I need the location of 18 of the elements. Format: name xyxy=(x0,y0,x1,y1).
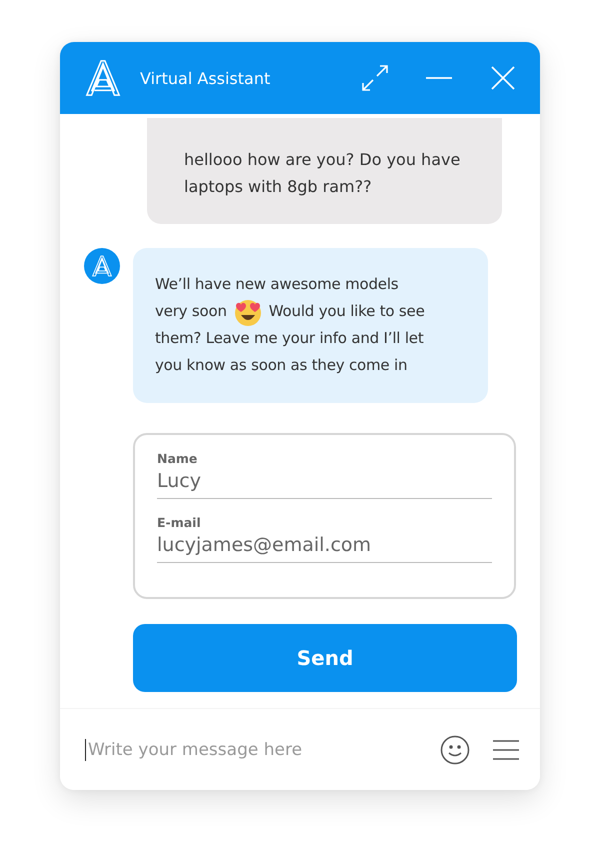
message-text: Would you like to see xyxy=(268,301,425,322)
input-field[interactable]: Lucy xyxy=(157,466,492,499)
menu-icon[interactable] xyxy=(492,739,520,761)
field-label: E-mail xyxy=(157,515,202,530)
input-field[interactable]: lucyjames@email.com xyxy=(157,530,492,563)
message-text: them? Leave me your info and I’ll let xyxy=(155,328,424,349)
window-title: Virtual Assistant xyxy=(140,68,272,88)
emoji-icon[interactable] xyxy=(440,735,470,765)
send-button[interactable]: Send xyxy=(133,624,517,692)
message-input[interactable]: Write your message here xyxy=(85,739,418,761)
user-message-bubble: hellooo how are you? Do you have laptops with 8gb ram?? xyxy=(147,118,502,224)
field-label: Name xyxy=(157,451,198,466)
message-text: very soon xyxy=(155,301,227,322)
logo-icon xyxy=(84,59,122,97)
message-text: you know as soon as they come in xyxy=(155,355,408,376)
expand-icon[interactable] xyxy=(360,63,390,93)
logo-icon xyxy=(91,255,113,277)
message-text: We’ll have new awesome models xyxy=(155,274,398,295)
